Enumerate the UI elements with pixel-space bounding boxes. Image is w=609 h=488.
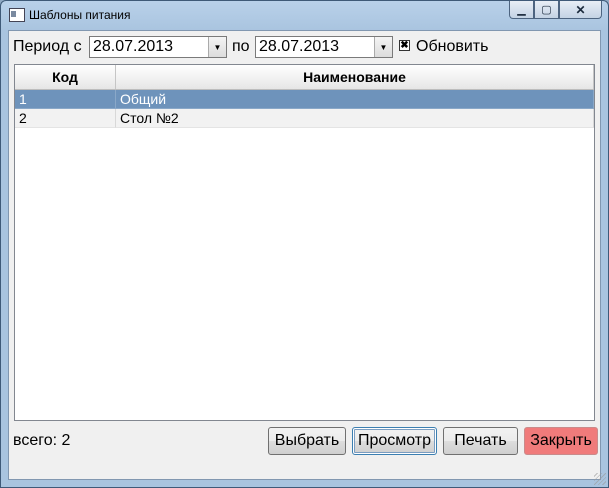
date-to-value[interactable]: 28.07.2013: [259, 38, 339, 56]
period-to-label: по: [232, 38, 250, 55]
close-button[interactable]: Закрыть: [524, 427, 598, 455]
refresh-checkbox[interactable]: ✖: [399, 40, 410, 51]
cell-name[interactable]: Общий: [116, 90, 594, 109]
maximize-icon: ▢: [541, 4, 552, 16]
chevron-down-icon: ▼: [379, 42, 388, 52]
select-button[interactable]: Выбрать: [268, 427, 346, 455]
client-area: Период с 28.07.2013 ▼ по 28.07.2013 ▼ ✖ …: [8, 30, 601, 480]
minimize-button[interactable]: ▁: [509, 1, 534, 19]
caption-buttons: ▁ ▢ ✕: [509, 1, 602, 21]
view-button[interactable]: Просмотр: [352, 427, 437, 455]
print-button[interactable]: Печать: [443, 427, 518, 455]
close-window-button[interactable]: ✕: [559, 1, 602, 19]
minimize-icon: ▁: [517, 4, 526, 16]
title-bar[interactable]: Шаблоны питания ▁ ▢ ✕: [1, 1, 608, 29]
window-title: Шаблоны питания: [29, 8, 131, 22]
date-from-value[interactable]: 28.07.2013: [93, 38, 173, 56]
chevron-down-icon: ▼: [213, 42, 222, 52]
cell-name[interactable]: Стол №2: [116, 109, 594, 128]
table-row[interactable]: 1 Общий: [15, 90, 594, 109]
refresh-label[interactable]: Обновить: [416, 38, 488, 56]
date-to-dropdown-button[interactable]: ▼: [374, 37, 392, 57]
app-icon: [9, 8, 25, 22]
column-header-code[interactable]: Код: [15, 65, 116, 89]
cell-code[interactable]: 1: [15, 90, 116, 109]
period-from-label: Период с: [13, 38, 82, 55]
maximize-button[interactable]: ▢: [534, 1, 559, 19]
date-to-picker[interactable]: 28.07.2013 ▼: [255, 36, 393, 58]
date-from-picker[interactable]: 28.07.2013 ▼: [89, 36, 227, 58]
table-header: Код Наименование: [15, 65, 594, 90]
close-icon: ✕: [575, 2, 586, 17]
date-from-dropdown-button[interactable]: ▼: [208, 37, 226, 57]
cell-code[interactable]: 2: [15, 109, 116, 128]
total-count-label: всего: 2: [13, 432, 71, 449]
table-row[interactable]: 2 Стол №2: [15, 109, 594, 128]
column-header-name[interactable]: Наименование: [116, 65, 594, 89]
main-window: Шаблоны питания ▁ ▢ ✕ Период с 28.07.201…: [0, 0, 609, 488]
resize-grip[interactable]: [594, 473, 606, 485]
templates-table[interactable]: Код Наименование 1 Общий 2 Стол №2: [14, 64, 595, 421]
filter-bar: Период с 28.07.2013 ▼ по 28.07.2013 ▼ ✖ …: [9, 31, 600, 63]
